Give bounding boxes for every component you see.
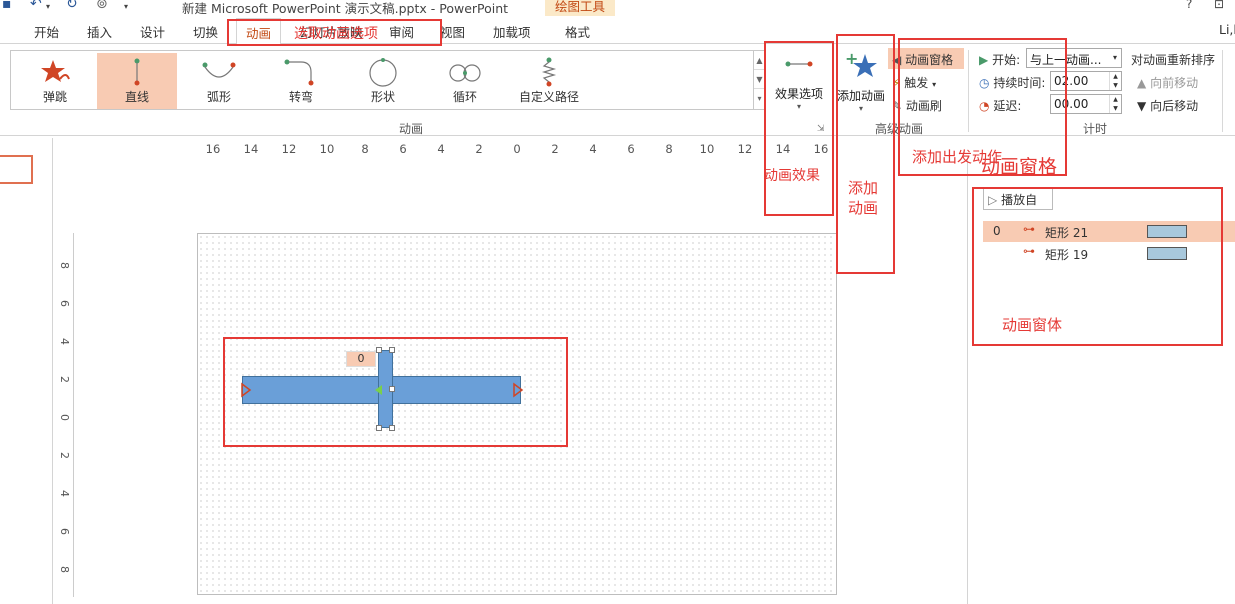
- tab-view[interactable]: 视图: [440, 22, 465, 41]
- shape-path-icon: [369, 58, 397, 87]
- custom-path-icon: [541, 57, 557, 87]
- ruler-tick: 12: [281, 142, 297, 156]
- annotation-box-effect-options: [764, 41, 834, 216]
- ruler-tick: 0: [58, 414, 71, 421]
- ruler-tick: 6: [58, 300, 71, 307]
- ruler-tick: 2: [551, 142, 559, 156]
- arc-path-icon: [202, 62, 236, 78]
- save-icon[interactable]: ▪: [2, 0, 12, 12]
- drawing-tools-context-label: 绘图工具: [545, 0, 615, 16]
- ruler-tick: 8: [665, 142, 673, 156]
- tab-transitions[interactable]: 切换: [193, 22, 218, 41]
- ribbon-display-icon[interactable]: ⊡: [1214, 0, 1224, 11]
- gallery-item-label: 弧形: [206, 90, 231, 104]
- gallery-item-label: 自定义路径: [518, 90, 579, 104]
- annotation-animation-pane-body: 动画窗体: [1002, 316, 1063, 334]
- gallery-item-label: 弹跳: [42, 90, 67, 104]
- chevron-down-icon: ▾: [1112, 53, 1117, 62]
- tab-insert[interactable]: 插入: [87, 22, 112, 41]
- tab-home[interactable]: 开始: [34, 22, 59, 41]
- annotation-animation-options: 选取动画选项: [294, 26, 378, 42]
- title-bar: ▪ ↶ ▾ ↻ ⊚ ▾ 新建 Microsoft PowerPoint 演示文稿…: [0, 0, 1235, 16]
- horizontal-ruler: 16 14 12 10 8 6 4 2 0 2 4 6 8 10 12 14 1…: [197, 142, 837, 156]
- gallery-item-turn[interactable]: 转弯: [261, 53, 341, 109]
- redo-icon[interactable]: ↻: [66, 0, 78, 12]
- spinner-arrows-icon[interactable]: ▲ ▼: [1109, 95, 1121, 113]
- gallery-item-label: 转弯: [288, 90, 313, 104]
- window-title: 新建 Microsoft PowerPoint 演示文稿.pptx - Powe…: [182, 1, 509, 16]
- help-icon[interactable]: ?: [1186, 0, 1192, 11]
- annotation-box-add-animation: [836, 34, 895, 274]
- touch-mode-icon[interactable]: ⊚: [96, 0, 108, 12]
- ruler-tick: 6: [58, 528, 71, 535]
- move-earlier-icon: ▲: [1137, 76, 1147, 90]
- ruler-tick: 4: [58, 338, 71, 345]
- ruler-tick: 2: [58, 452, 71, 459]
- gallery-item-label: 循环: [452, 90, 477, 104]
- gallery-item-shape[interactable]: 形状: [343, 53, 423, 109]
- gallery-item-line[interactable]: 直线: [97, 53, 177, 109]
- undo-icon[interactable]: ↶: [30, 0, 42, 12]
- undo-dropdown-icon[interactable]: ▾: [46, 2, 50, 11]
- tab-format[interactable]: 格式: [565, 22, 590, 41]
- gallery-item-custom[interactable]: 自定义路径: [507, 53, 591, 109]
- ruler-tick: 2: [475, 142, 483, 156]
- ruler-tick: 8: [361, 142, 369, 156]
- slide-thumbnail[interactable]: [0, 155, 33, 184]
- thumbnail-divider: [52, 138, 53, 604]
- timing-group-label: 计时: [1083, 122, 1108, 136]
- ruler-tick: 6: [627, 142, 635, 156]
- ruler-tick: 14: [243, 142, 259, 156]
- ruler-tick: 4: [58, 490, 71, 497]
- line-path-icon: [134, 58, 140, 86]
- gallery-item-label: 直线: [124, 90, 149, 104]
- ruler-tick: 10: [699, 142, 715, 156]
- ruler-tick: 0: [513, 142, 521, 156]
- loop-path-icon: [449, 64, 481, 82]
- move-later-button[interactable]: ▼ 向后移动: [1137, 97, 1198, 114]
- ruler-tick: 4: [589, 142, 597, 156]
- ruler-tick: 2: [58, 376, 71, 383]
- annotation-animation-pane-title: 动画窗格: [981, 156, 1058, 178]
- gallery-item-arc[interactable]: 弧形: [179, 53, 259, 109]
- gallery-item-bounce[interactable]: 弹跳: [15, 53, 95, 109]
- tab-addins[interactable]: 加载项: [493, 22, 531, 41]
- move-earlier-button[interactable]: ▲ 向前移动: [1137, 74, 1198, 91]
- bounce-icon: [41, 60, 70, 82]
- gallery-item-label: 形状: [370, 90, 395, 104]
- annotation-add-animation: 添加 动画: [848, 179, 879, 217]
- animation-group-label: 动画: [399, 122, 424, 136]
- ruler-tick: 16: [205, 142, 221, 156]
- customize-qat-icon[interactable]: ▾: [124, 2, 128, 11]
- group-divider: [1222, 50, 1223, 132]
- gallery-item-loop[interactable]: 循环: [425, 53, 505, 109]
- move-later-icon: ▼: [1137, 99, 1147, 113]
- annotation-animation-effect: 动画效果: [764, 168, 820, 184]
- ruler-tick: 6: [399, 142, 407, 156]
- reorder-title: 对动画重新排序: [1131, 53, 1216, 67]
- ruler-tick: 8: [58, 262, 71, 269]
- turn-path-icon: [284, 59, 314, 86]
- user-name[interactable]: Li,l: [1219, 22, 1235, 37]
- annotation-box-shapes: [223, 337, 568, 447]
- ruler-tick: 10: [319, 142, 335, 156]
- ruler-tick: 4: [437, 142, 445, 156]
- spinner-arrows-icon[interactable]: ▲ ▼: [1109, 72, 1121, 90]
- animation-gallery: 弹跳 直线 弧形 转弯 形状 循环 自定义路径 ▲ ▼ ▾: [10, 50, 766, 110]
- ruler-tick: 12: [737, 142, 753, 156]
- ruler-tick: 8: [58, 566, 71, 573]
- tab-design[interactable]: 设计: [140, 22, 165, 41]
- vertical-ruler: 8 6 4 2 0 2 4 6 8: [58, 233, 74, 597]
